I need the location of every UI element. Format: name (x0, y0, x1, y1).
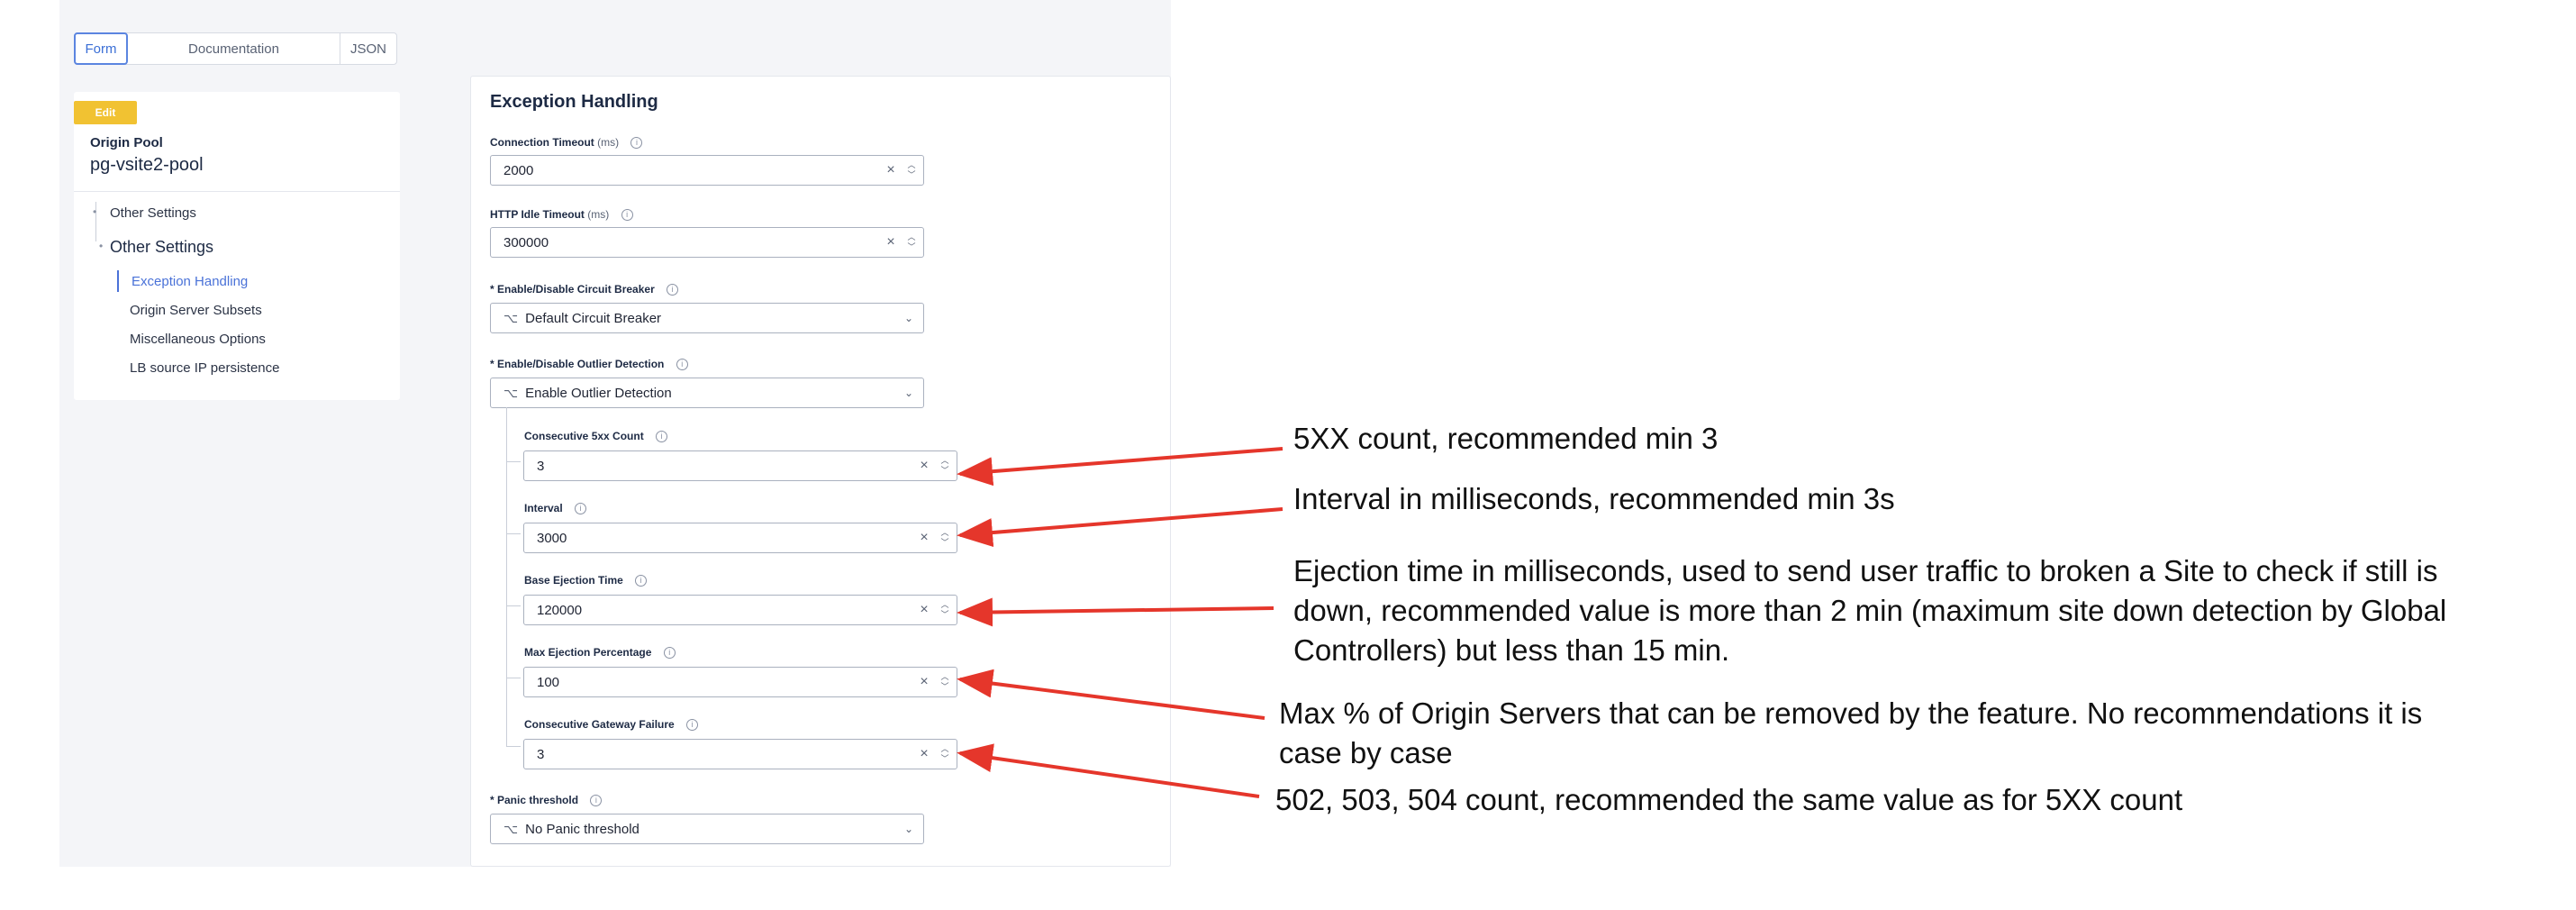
annotation-max-ejection-1: Max % of Origin Servers that can be remo… (1279, 696, 2423, 730)
arrow-base-ejection (957, 597, 1274, 627)
annotation-base-ejection-1: Ejection time in milliseconds, used to s… (1293, 554, 2438, 587)
annotation-max-ejection-2: case by case (1279, 736, 1453, 769)
arrow-interval (957, 507, 1283, 548)
annotation-5xx: 5XX count, recommended min 3 (1293, 422, 1719, 455)
annotation-base-ejection-2: down, recommended value is more than 2 m… (1293, 594, 2447, 627)
arrow-5xx (957, 447, 1283, 487)
annotation-base-ejection-3: Controllers) but less than 15 min. (1293, 633, 1730, 667)
annotation-arrows (957, 447, 1283, 798)
annotation-gateway-failure: 502, 503, 504 count, recommended the sam… (1275, 783, 2183, 816)
annotation-interval: Interval in milliseconds, recommended mi… (1293, 482, 1895, 515)
arrow-gateway-failure (957, 743, 1260, 798)
arrow-max-ejection (957, 669, 1265, 720)
